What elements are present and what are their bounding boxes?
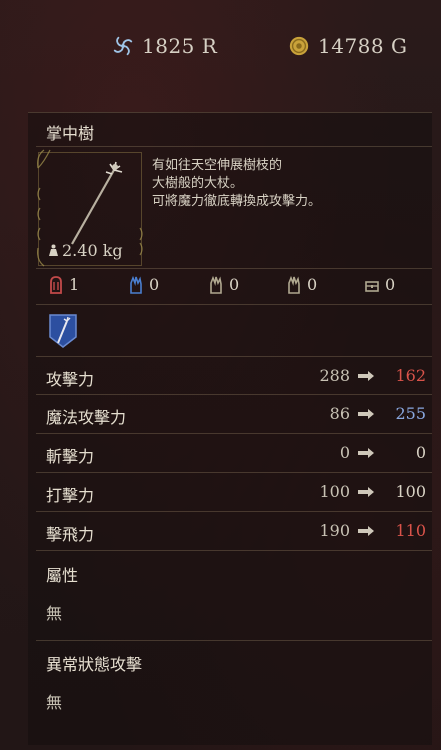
dexterity-icon xyxy=(210,275,222,294)
divider xyxy=(36,472,432,473)
item-description: 有如往天空伸展樹枝的 大樹般的大杖。 可將魔力徹底轉換成攻擊力。 xyxy=(152,157,422,211)
requirement-intelligence: 0 xyxy=(128,275,159,294)
status-effect-title: 異常狀態攻擊 xyxy=(46,655,143,674)
weight-icon xyxy=(49,244,58,256)
requirement-value: 0 xyxy=(385,275,396,294)
description-line: 有如往天空伸展樹枝的 xyxy=(152,158,283,173)
gold-coin-icon xyxy=(289,36,309,56)
stat-row-attack: 攻擊力 288 162 xyxy=(46,366,428,389)
stat-new: 110 xyxy=(395,521,426,540)
stat-row-knockback: 擊飛力 190 110 xyxy=(46,521,428,544)
stat-label: 斬擊力 xyxy=(46,447,95,466)
stat-current: 100 xyxy=(319,482,350,501)
stat-row-strike: 打擊力 100 100 xyxy=(46,482,428,505)
staff-image xyxy=(71,161,123,245)
divider xyxy=(36,356,432,357)
stat-label: 打擊力 xyxy=(46,486,95,505)
divider xyxy=(36,511,432,512)
stat-current: 0 xyxy=(339,443,350,462)
requirement-faith: 0 xyxy=(286,275,317,294)
stat-row-slash: 斬擊力 0 0 xyxy=(46,443,428,466)
item-name: 掌中樹 xyxy=(46,124,95,143)
staff-skill-badge-icon xyxy=(49,314,77,348)
gold-display: 14788 G xyxy=(288,34,407,58)
stat-current: 190 xyxy=(319,521,350,540)
requirement-dexterity: 0 xyxy=(208,275,239,294)
arrow-right-icon xyxy=(358,448,374,458)
divider xyxy=(36,433,432,434)
attribute-value: 無 xyxy=(46,604,63,623)
spiral-rune-icon xyxy=(113,36,133,56)
weight-value: 2.40 kg xyxy=(62,241,123,260)
divider xyxy=(36,146,432,147)
stat-label: 攻擊力 xyxy=(46,370,95,389)
divider xyxy=(36,268,432,269)
requirement-value: 1 xyxy=(69,275,80,294)
stat-row-magic-attack: 魔法攻擊力 86 255 xyxy=(46,404,428,427)
runes-display: 1825 R xyxy=(112,34,217,58)
divider xyxy=(36,304,432,305)
stat-label: 魔法攻擊力 xyxy=(46,408,127,427)
arrow-right-icon xyxy=(358,409,374,419)
requirement-strength: 1 xyxy=(48,275,79,294)
requirements-row: 1 0 0 0 0 xyxy=(46,275,426,297)
arrow-right-icon xyxy=(358,526,374,536)
gold-amount: 14788 G xyxy=(318,34,408,58)
item-weight: 2.40 kg xyxy=(48,241,123,260)
divider xyxy=(36,394,432,395)
requirement-value: 0 xyxy=(229,275,240,294)
chest-icon xyxy=(365,280,379,292)
description-line: 可將魔力徹底轉換成攻擊力。 xyxy=(152,194,322,209)
faith-icon xyxy=(288,275,300,294)
currency-bar: 1825 R 14788 G xyxy=(0,34,441,60)
description-line: 大樹般的大杖。 xyxy=(152,176,244,191)
divider xyxy=(36,640,432,641)
attribute-title: 屬性 xyxy=(46,566,79,585)
stat-new: 162 xyxy=(395,366,426,385)
divider xyxy=(36,550,432,551)
strength-icon xyxy=(50,275,62,294)
requirement-value: 0 xyxy=(307,275,318,294)
requirement-value: 0 xyxy=(149,275,160,294)
requirement-arcane: 0 xyxy=(364,275,395,294)
intelligence-icon xyxy=(130,275,142,294)
stat-new: 255 xyxy=(395,404,426,423)
stat-current: 288 xyxy=(319,366,350,385)
arrow-right-icon xyxy=(358,371,374,381)
arrow-right-icon xyxy=(358,487,374,497)
stat-label: 擊飛力 xyxy=(46,525,95,544)
status-effect-value: 無 xyxy=(46,693,63,712)
stat-new: 100 xyxy=(395,482,426,501)
runes-amount: 1825 R xyxy=(142,34,218,58)
stat-new: 0 xyxy=(415,443,426,462)
stat-current: 86 xyxy=(329,404,350,423)
